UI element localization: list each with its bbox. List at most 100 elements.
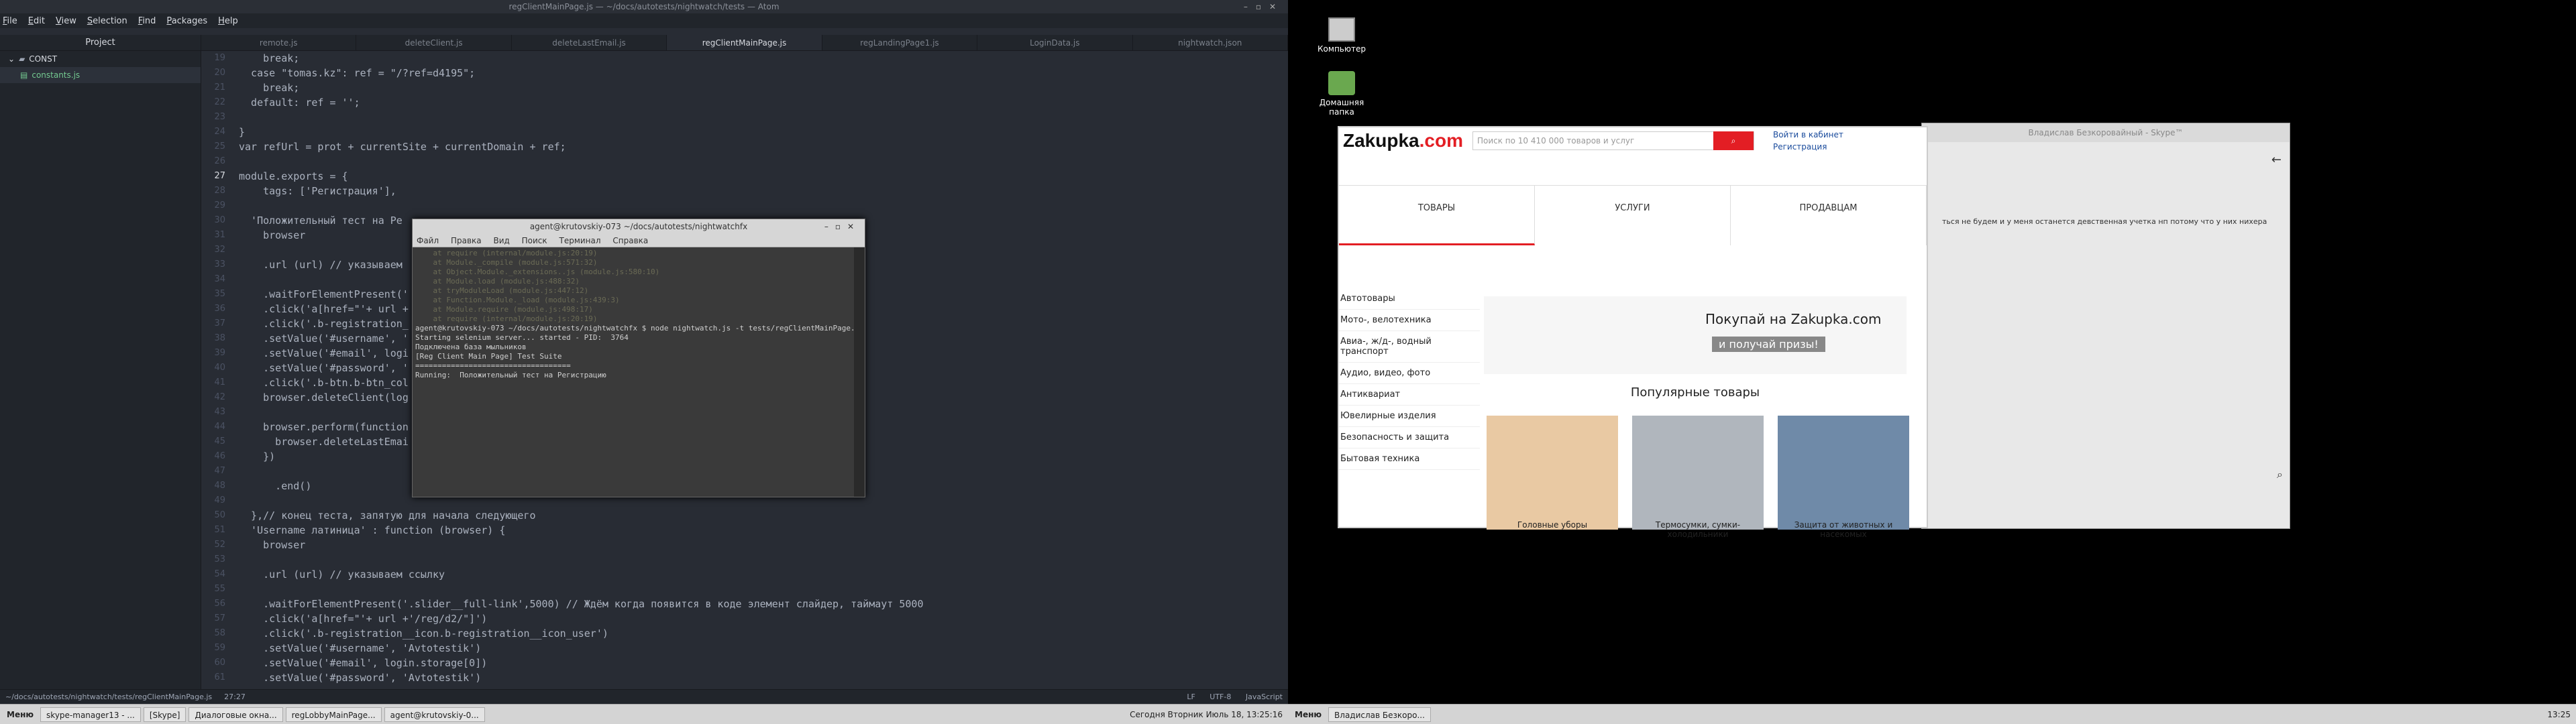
code-line[interactable]: .waitForElementPresent('.slider__full-li…	[239, 597, 1288, 611]
taskbar-clock[interactable]: Сегодня Вторник Июль 18, 13:25:16	[1130, 710, 1288, 719]
terminal-scrollbar[interactable]	[854, 247, 865, 497]
taskbar-item[interactable]: [Skype]	[143, 707, 186, 722]
product-name: Защита от животных и насекомых	[1794, 520, 1893, 539]
status-path[interactable]: ~/docs/autotests/nightwatch/tests/regCli…	[5, 692, 212, 701]
code-line[interactable]: .click('a[href="'+ url +'/reg/d2/"]')	[239, 611, 1288, 626]
line-number: 20	[214, 68, 225, 78]
desktop-icon-home[interactable]: Домашняя папка	[1315, 71, 1368, 117]
atom-title-bar: regClientMainPage.js — ~/docs/autotests/…	[0, 0, 1288, 13]
status-eol[interactable]: LF	[1187, 692, 1195, 701]
code-line[interactable]: var refUrl = prot + currentSite + curren…	[239, 139, 1288, 154]
menu-packages[interactable]: Packages	[166, 16, 207, 26]
back-arrow-icon[interactable]: ←	[2271, 153, 2282, 167]
code-line[interactable]: .setValue('#password', 'Avtotestik')	[239, 670, 1288, 685]
product-name: Термосумки, сумки-холодильники	[1655, 520, 1741, 539]
status-cursor[interactable]: 27:27	[224, 692, 246, 701]
code-line[interactable]: tags: ['Регистрация'],	[239, 184, 1288, 198]
window-controls[interactable]: –▫✕	[1244, 0, 1284, 13]
menu-view[interactable]: View	[56, 16, 76, 26]
category-item[interactable]: Мото-, велотехника	[1339, 310, 1480, 331]
terminal-output[interactable]: at require (internal/module.js:20:19) at…	[413, 247, 854, 497]
product-card[interactable]: Защита от животных и насекомых	[1778, 416, 1909, 539]
code-line[interactable]	[239, 154, 1288, 169]
code-line[interactable]: module.exports = {	[239, 169, 1288, 184]
nav-sellers[interactable]: ПРОДАВЦАМ	[1731, 186, 1927, 245]
line-number: 44	[214, 422, 225, 432]
terminal-line: Подключена база мыльников	[415, 343, 527, 351]
code-line[interactable]	[239, 582, 1288, 597]
taskbar-item[interactable]: regLobbyMainPage...	[285, 707, 382, 722]
taskbar-item[interactable]: Диалоговые окна...	[189, 707, 283, 722]
tree-folder[interactable]: ⌄ ▰ CONST	[0, 51, 201, 67]
code-line[interactable]: .url (url) // указываем ссылку	[239, 567, 1288, 582]
code-line[interactable]: browser	[239, 538, 1288, 552]
terminal-line: ===================================	[415, 361, 571, 370]
category-item[interactable]: Бытовая техника	[1339, 448, 1480, 470]
terminal-menu-view[interactable]: Вид	[493, 236, 509, 245]
code-line[interactable]	[239, 110, 1288, 125]
terminal-menu-help[interactable]: Справка	[612, 236, 648, 245]
code-line[interactable]: .setValue('#email', login.storage[0])	[239, 656, 1288, 670]
code-line[interactable]: }	[239, 125, 1288, 139]
terminal-title: agent@krutovskiy-073 ~/docs/autotests/ni…	[529, 222, 748, 231]
code-line[interactable]: },// конец теста, запятую для начала сле…	[239, 508, 1288, 523]
taskbar-item[interactable]: Владислав Безкоро...	[1328, 707, 1431, 722]
terminal-menu-file[interactable]: Файл	[417, 236, 439, 245]
product-card[interactable]: Головные уборы	[1487, 416, 1618, 530]
start-menu-button[interactable]: Меню	[1288, 710, 1328, 719]
code-line[interactable]: default: ref = '';	[239, 95, 1288, 110]
nav-services[interactable]: УСЛУГИ	[1535, 186, 1731, 245]
code-line[interactable]: break;	[239, 51, 1288, 66]
menu-find[interactable]: Find	[138, 16, 156, 26]
tab-nightwatch-json[interactable]: nightwatch.json	[1133, 35, 1288, 50]
taskbar-item[interactable]: skype-manager13 - ...	[40, 707, 141, 722]
tab-delete-client[interactable]: deleteClient.js	[356, 35, 512, 50]
taskbar-clock[interactable]: 13:25	[2547, 710, 2576, 719]
register-link[interactable]: Регистрация	[1773, 141, 1843, 153]
category-item[interactable]: Антиквариат	[1339, 384, 1480, 406]
category-item[interactable]: Аудио, видео, фото	[1339, 363, 1480, 384]
code-line[interactable]: case "tomas.kz": ref = "/?ref=d4195";	[239, 66, 1288, 80]
menu-selection[interactable]: Selection	[87, 16, 127, 26]
code-line[interactable]: break;	[239, 80, 1288, 95]
terminal-menu-terminal[interactable]: Терминал	[559, 236, 600, 245]
code-line[interactable]: 'Username латиница' : function (browser)…	[239, 523, 1288, 538]
tab-delete-last-email[interactable]: deleteLastEmail.js	[512, 35, 667, 50]
menu-file[interactable]: File	[3, 16, 17, 26]
menu-help[interactable]: Help	[218, 16, 238, 26]
tab-remote[interactable]: remote.js	[201, 35, 357, 50]
search-input[interactable]: Поиск по 10 410 000 товаров и услуг ⌕	[1472, 131, 1754, 150]
home-folder-icon	[1328, 71, 1355, 95]
start-menu-button[interactable]: Меню	[0, 710, 40, 719]
promo-banner[interactable]: Покупай на Zakupka.com и получай призы!	[1484, 296, 1907, 374]
code-line[interactable]: .click('.b-registration__icon.b-registra…	[239, 626, 1288, 641]
category-item[interactable]: Авиа-, ж/д-, водный транспорт	[1339, 331, 1480, 363]
desktop-icon-computer[interactable]: Компьютер	[1315, 17, 1368, 54]
terminal-menu-edit[interactable]: Правка	[451, 236, 482, 245]
code-line[interactable]	[239, 198, 1288, 213]
code-line[interactable]	[239, 552, 1288, 567]
login-link[interactable]: Войти в кабинет	[1773, 129, 1843, 141]
status-grammar[interactable]: JavaScript	[1246, 692, 1283, 701]
menu-edit[interactable]: Edit	[28, 16, 45, 26]
category-item[interactable]: Безопасность и защита	[1339, 427, 1480, 448]
terminal-menu-search[interactable]: Поиск	[522, 236, 547, 245]
window-controls[interactable]: –▫✕	[824, 219, 861, 234]
folder-icon: ▰	[19, 54, 25, 64]
tree-title: Project	[0, 35, 201, 51]
search-button[interactable]: ⌕	[1713, 131, 1754, 150]
product-card[interactable]: Термосумки, сумки-холодильники	[1632, 416, 1764, 539]
site-logo[interactable]: Zakupka.com	[1343, 130, 1463, 152]
tab-reg-client-main-page[interactable]: regClientMainPage.js	[667, 35, 822, 50]
search-icon[interactable]: ⌕	[2277, 468, 2283, 481]
code-line[interactable]: .setValue('#username', 'Avtotestik')	[239, 641, 1288, 656]
category-item[interactable]: Автотовары	[1339, 288, 1480, 310]
tree-file[interactable]: ▤ constants.js	[0, 67, 201, 83]
category-list: Автотовары Мото-, велотехника Авиа-, ж/д…	[1339, 288, 1480, 470]
taskbar-item[interactable]: agent@krutovskiy-0...	[384, 707, 485, 722]
tab-login-data[interactable]: LoginData.js	[977, 35, 1133, 50]
nav-goods[interactable]: ТОВАРЫ	[1339, 186, 1535, 245]
tab-reg-landing-page[interactable]: regLandingPage1.js	[822, 35, 978, 50]
category-item[interactable]: Ювелирные изделия	[1339, 406, 1480, 427]
status-encoding[interactable]: UTF-8	[1210, 692, 1231, 701]
